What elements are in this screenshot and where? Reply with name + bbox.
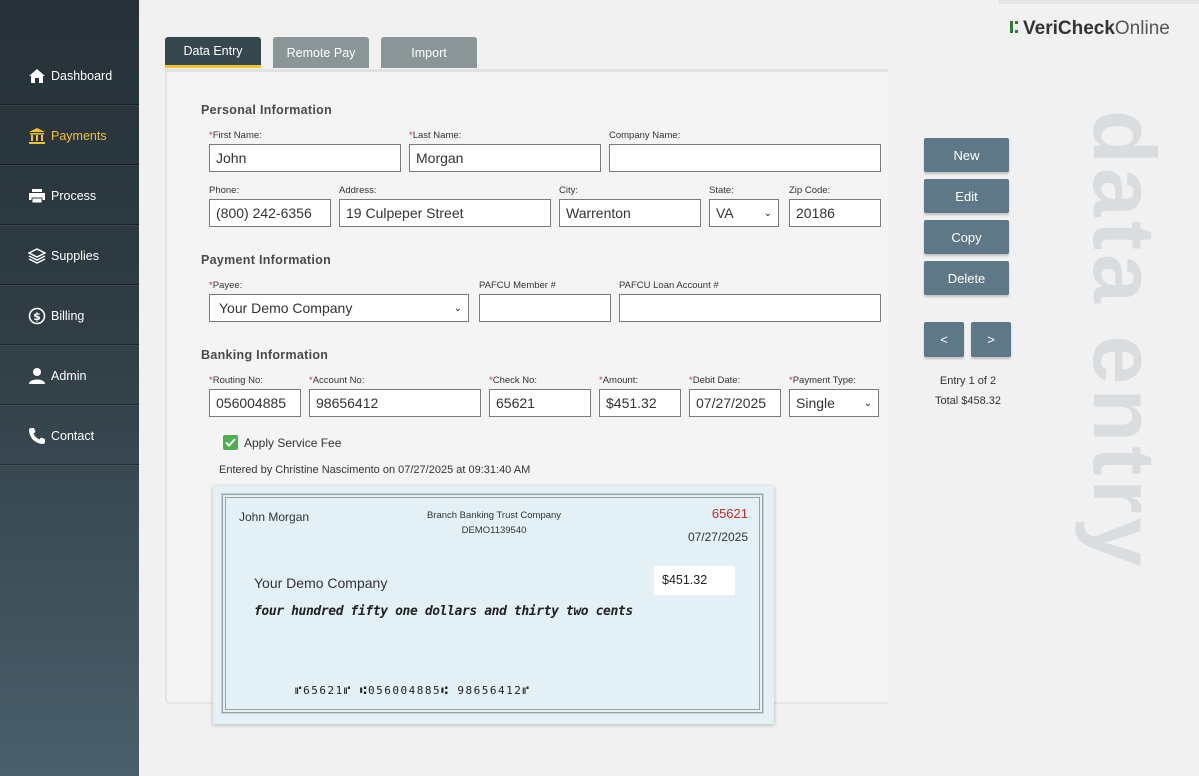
user-icon bbox=[28, 367, 46, 385]
sidebar-item-payments[interactable]: Payments bbox=[0, 107, 139, 165]
logo-icon bbox=[1010, 18, 1020, 40]
service-fee-label: Apply Service Fee bbox=[244, 436, 342, 450]
sidebar-item-label: Payments bbox=[51, 128, 107, 143]
entry-position: Entry 1 of 2 bbox=[939, 375, 997, 387]
section-title-banking: Banking Information bbox=[201, 348, 329, 362]
payment-type-value: Single bbox=[796, 395, 835, 411]
loan-field[interactable] bbox=[619, 294, 881, 322]
zip-label: Zip Code: bbox=[789, 185, 831, 196]
sidebar-item-supplies[interactable]: Supplies bbox=[0, 227, 139, 285]
check-no-label: *Check No: bbox=[489, 375, 538, 386]
logo-bar bbox=[999, 0, 1199, 4]
new-button[interactable]: New bbox=[924, 138, 1009, 172]
service-fee-checkbox[interactable] bbox=[223, 435, 238, 450]
tab-import[interactable]: Import bbox=[381, 37, 477, 68]
member-field[interactable] bbox=[479, 294, 611, 322]
page-watermark: data entry bbox=[1075, 110, 1174, 571]
sidebar-item-label: Dashboard bbox=[51, 68, 113, 83]
sidebar-item-contact[interactable]: Contact bbox=[0, 407, 139, 465]
layers-icon bbox=[28, 247, 46, 265]
state-value: VA bbox=[716, 205, 734, 221]
address-label: Address: bbox=[339, 185, 377, 196]
address-field[interactable] bbox=[339, 199, 551, 227]
company-name-label: Company Name: bbox=[609, 130, 681, 141]
check-number: 65621 bbox=[711, 506, 748, 521]
sidebar: Dashboard Payments Process Supplies $ Bi… bbox=[0, 0, 139, 776]
chevron-down-icon: ⌄ bbox=[863, 397, 872, 409]
printer-icon bbox=[28, 187, 46, 205]
account-field[interactable] bbox=[309, 389, 481, 417]
payee-select[interactable]: Your Demo Company ⌄ bbox=[209, 294, 469, 322]
dollar-circle-icon: $ bbox=[28, 307, 46, 325]
check-account-holder: John Morgan bbox=[239, 510, 310, 524]
check-no-field[interactable] bbox=[489, 389, 591, 417]
sidebar-item-admin[interactable]: Admin bbox=[0, 347, 139, 405]
check-date: 07/27/2025 bbox=[687, 530, 748, 544]
svg-text:$: $ bbox=[33, 310, 41, 323]
chevron-down-icon: ⌄ bbox=[763, 207, 772, 219]
section-title-payment: Payment Information bbox=[201, 253, 332, 267]
payment-type-label: *Payment Type: bbox=[789, 375, 856, 386]
sidebar-item-billing[interactable]: $ Billing bbox=[0, 287, 139, 345]
amount-field[interactable] bbox=[599, 389, 681, 417]
routing-label: *Routing No: bbox=[209, 375, 263, 386]
zip-field[interactable] bbox=[789, 199, 881, 227]
sidebar-item-label: Supplies bbox=[51, 248, 99, 263]
debit-date-field[interactable] bbox=[689, 389, 781, 417]
logo-bold: VeriCheck bbox=[1023, 18, 1115, 39]
first-name-label: *First Name: bbox=[209, 130, 262, 141]
payee-label: *Payee: bbox=[209, 280, 243, 291]
check-payee: Your Demo Company bbox=[254, 575, 388, 591]
amount-label: *Amount: bbox=[599, 375, 639, 386]
first-name-field[interactable] bbox=[209, 144, 401, 172]
tab-remote-pay[interactable]: Remote Pay bbox=[273, 37, 369, 68]
state-select[interactable]: VA ⌄ bbox=[709, 199, 779, 227]
section-title-personal: Personal Information bbox=[201, 103, 333, 117]
state-label: State: bbox=[709, 185, 734, 196]
delete-button[interactable]: Delete bbox=[924, 261, 1009, 295]
sidebar-item-label: Billing bbox=[51, 308, 85, 323]
logo-light: Online bbox=[1114, 18, 1170, 39]
logo: VeriCheck Online bbox=[1010, 18, 1170, 40]
last-name-label: *Last Name: bbox=[409, 130, 462, 141]
payment-type-select[interactable]: Single ⌄ bbox=[789, 389, 879, 417]
account-label: *Account No: bbox=[309, 375, 365, 386]
check-bank-code: DEMO1139540 bbox=[461, 525, 527, 536]
loan-label: PAFCU Loan Account # bbox=[619, 280, 719, 291]
entry-total: Total $458.32 bbox=[934, 395, 1002, 407]
tab-data-entry[interactable]: Data Entry bbox=[165, 37, 261, 68]
chevron-down-icon: ⌄ bbox=[453, 302, 462, 314]
sidebar-item-dashboard[interactable]: Dashboard bbox=[0, 47, 139, 105]
sidebar-item-label: Admin bbox=[51, 368, 87, 383]
previous-entry-button[interactable]: < bbox=[924, 322, 964, 357]
city-field[interactable] bbox=[559, 199, 701, 227]
home-icon bbox=[28, 67, 46, 85]
next-entry-button[interactable]: > bbox=[971, 322, 1011, 357]
routing-field[interactable] bbox=[209, 389, 301, 417]
edit-button[interactable]: Edit bbox=[924, 179, 1009, 213]
city-label: City: bbox=[559, 185, 578, 196]
copy-button[interactable]: Copy bbox=[924, 220, 1009, 254]
check-amount-box: $451.32 bbox=[654, 566, 735, 595]
phone-label: Phone: bbox=[209, 185, 240, 196]
last-name-field[interactable] bbox=[409, 144, 601, 172]
phone-icon bbox=[28, 427, 46, 445]
check-bank-name: Branch Banking Trust Company bbox=[426, 510, 562, 521]
entered-by-text: Entered by Christine Nascimento on 07/27… bbox=[219, 464, 531, 476]
sidebar-item-label: Process bbox=[51, 188, 97, 203]
checkmark-icon bbox=[225, 438, 236, 447]
debit-date-label: *Debit Date: bbox=[689, 375, 741, 386]
sidebar-item-process[interactable]: Process bbox=[0, 167, 139, 225]
bank-icon bbox=[28, 127, 46, 145]
check-written-amount: four hundred fifty one dollars and thirt… bbox=[254, 604, 633, 619]
payee-value: Your Demo Company bbox=[219, 300, 353, 316]
sidebar-item-label: Contact bbox=[51, 428, 95, 443]
member-label: PAFCU Member # bbox=[479, 280, 556, 291]
company-name-field[interactable] bbox=[609, 144, 881, 172]
phone-field[interactable] bbox=[209, 199, 331, 227]
check-micr-line: ⑈65621⑈ ⑆056004885⑆ 98656412⑈ bbox=[295, 684, 531, 697]
